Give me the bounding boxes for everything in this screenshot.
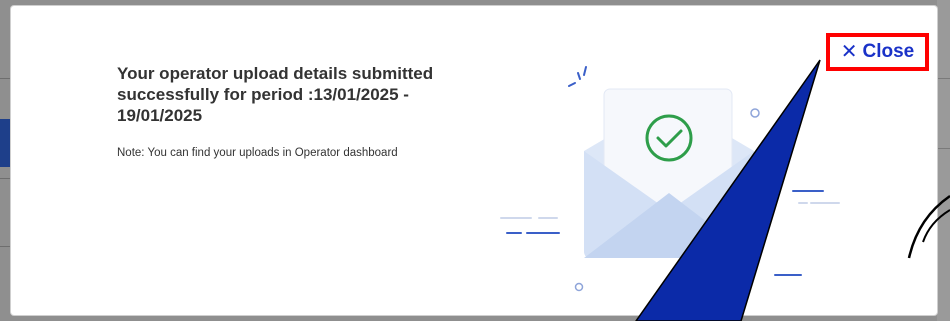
success-message: Your operator upload details submitted s… (117, 63, 447, 159)
success-modal: Your operator upload details submitted s… (11, 6, 937, 315)
success-headline: Your operator upload details submitted s… (117, 64, 434, 125)
close-button[interactable]: ✕ Close (826, 33, 929, 71)
envelope-success-illustration (500, 66, 840, 292)
close-icon: ✕ (840, 41, 858, 63)
screen: Your operator upload details submitted s… (0, 0, 950, 321)
background-nav-strip (0, 119, 10, 167)
background-right-edge (937, 0, 950, 321)
success-note: Note: You can find your uploads in Opera… (117, 147, 398, 159)
close-button-label: Close (862, 41, 915, 62)
